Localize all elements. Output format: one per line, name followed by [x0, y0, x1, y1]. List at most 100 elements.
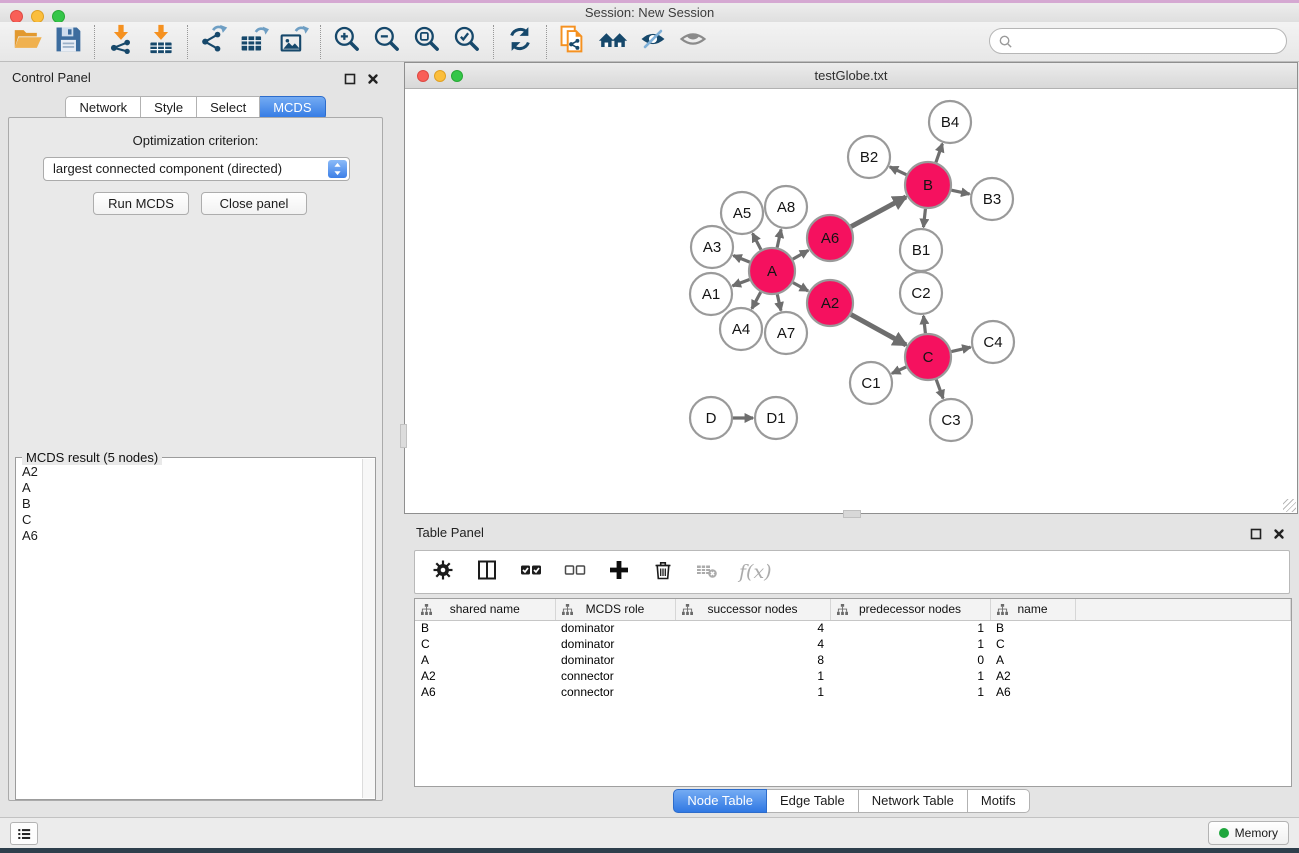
delete-table-button[interactable] [695, 560, 719, 584]
table-cell[interactable]: dominator [555, 620, 675, 636]
column-header-mcds-role[interactable]: MCDS role [555, 599, 675, 620]
tab-network-table[interactable]: Network Table [859, 789, 968, 813]
graph-edge-A6-B[interactable] [851, 197, 906, 227]
graph-edge-C-C1[interactable] [892, 367, 906, 373]
graph-edge-C-C4[interactable] [951, 347, 970, 351]
result-scrollbar-track[interactable] [362, 459, 375, 798]
table-cell[interactable]: 1 [675, 668, 830, 684]
save-session-button[interactable] [48, 24, 88, 60]
graph-edge-A-A8[interactable] [777, 229, 781, 247]
graph-edge-C-C3[interactable] [936, 380, 943, 399]
graph-node-A5[interactable]: A5 [721, 192, 763, 234]
zoom-out-button[interactable] [367, 24, 407, 60]
mcds-result-item[interactable]: A [16, 480, 361, 496]
apply-function-button[interactable]: f(x) [739, 561, 772, 583]
graph-edge-C-C2[interactable] [924, 316, 926, 333]
column-header-successor-nodes[interactable]: successor nodes [675, 599, 830, 620]
graph-node-C[interactable]: C [905, 334, 951, 380]
table-cell[interactable]: 4 [675, 636, 830, 652]
graph-node-D[interactable]: D [690, 397, 732, 439]
table-cell[interactable]: A2 [990, 668, 1075, 684]
graph-node-B[interactable]: B [905, 162, 951, 208]
window-resize-grip-icon[interactable] [1283, 499, 1296, 512]
graph-node-B1[interactable]: B1 [900, 229, 942, 271]
table-row[interactable]: A2connector11A2 [415, 668, 1291, 684]
hide-selected-button[interactable] [633, 24, 673, 60]
table-cell[interactable]: dominator [555, 652, 675, 668]
graph-node-C2[interactable]: C2 [900, 272, 942, 314]
graph-node-A7[interactable]: A7 [765, 312, 807, 354]
table-cell[interactable]: connector [555, 668, 675, 684]
float-panel-icon[interactable] [343, 72, 356, 85]
graph-edge-A-A3[interactable] [733, 256, 749, 263]
graph-node-A3[interactable]: A3 [691, 226, 733, 268]
close-panel-icon[interactable] [366, 72, 379, 85]
add-row-button[interactable] [607, 560, 631, 584]
table-cell[interactable]: A [990, 652, 1075, 668]
graph-node-A8[interactable]: A8 [765, 186, 807, 228]
graph-node-C4[interactable]: C4 [972, 321, 1014, 363]
column-header-name[interactable]: name [990, 599, 1075, 620]
graph-node-A2[interactable]: A2 [807, 280, 853, 326]
tab-motifs[interactable]: Motifs [968, 789, 1030, 813]
mcds-result-item[interactable]: A2 [16, 464, 361, 480]
show-all-button[interactable] [673, 24, 713, 60]
graph-edge-B-B2[interactable] [890, 167, 907, 175]
memory-button[interactable]: Memory [1208, 821, 1289, 845]
graph-node-A6[interactable]: A6 [807, 215, 853, 261]
table-cell[interactable]: C [990, 636, 1075, 652]
mcds-result-item[interactable]: B [16, 496, 361, 512]
table-cell[interactable]: dominator [555, 636, 675, 652]
table-cell[interactable]: 0 [830, 652, 990, 668]
close-panel-button[interactable]: Close panel [201, 192, 307, 215]
graph-node-A[interactable]: A [749, 248, 795, 294]
table-cell[interactable]: A2 [415, 668, 555, 684]
network-minimize-button[interactable] [434, 70, 446, 82]
graph-edge-A-A5[interactable] [753, 233, 761, 249]
graph-edge-A-A2[interactable] [793, 283, 808, 291]
table-cell[interactable]: connector [555, 684, 675, 700]
export-image-button[interactable] [274, 24, 314, 60]
table-row[interactable]: Bdominator41B [415, 620, 1291, 636]
table-cell[interactable]: C [415, 636, 555, 652]
search-field[interactable] [989, 28, 1287, 54]
table-cell[interactable]: 1 [830, 684, 990, 700]
graph-edge-B-B4[interactable] [936, 144, 943, 163]
tab-edge-table[interactable]: Edge Table [767, 789, 859, 813]
graph-edge-A-A6[interactable] [793, 250, 808, 259]
table-cell[interactable]: B [415, 620, 555, 636]
graph-edge-A-A1[interactable] [733, 279, 750, 285]
new-network-from-selection-button[interactable] [553, 24, 593, 60]
network-zoom-button[interactable] [451, 70, 463, 82]
graph-edge-A2-C[interactable] [851, 315, 906, 345]
graph-node-B2[interactable]: B2 [848, 136, 890, 178]
zoom-in-button[interactable] [327, 24, 367, 60]
graph-node-A1[interactable]: A1 [690, 273, 732, 315]
open-file-button[interactable] [8, 24, 48, 60]
mcds-result-item[interactable]: C [16, 512, 361, 528]
table-cell[interactable]: 8 [675, 652, 830, 668]
table-row[interactable]: Adominator80A [415, 652, 1291, 668]
optimization-criterion-select[interactable]: largest connected component (directed) [43, 157, 350, 181]
columns-button[interactable] [475, 560, 499, 584]
table-cell[interactable]: A6 [415, 684, 555, 700]
network-close-button[interactable] [417, 70, 429, 82]
export-table-button[interactable] [234, 24, 274, 60]
mcds-result-item[interactable]: A6 [16, 528, 361, 544]
zoom-selected-button[interactable] [447, 24, 487, 60]
run-mcds-button[interactable]: Run MCDS [93, 192, 189, 215]
panel-selector-button[interactable] [10, 822, 38, 845]
column-header-predecessor-nodes[interactable]: predecessor nodes [830, 599, 990, 620]
first-neighbors-button[interactable] [593, 24, 633, 60]
settings-button[interactable] [431, 560, 455, 584]
graph-edge-A-A4[interactable] [752, 292, 761, 309]
graph-node-D1[interactable]: D1 [755, 397, 797, 439]
table-cell[interactable]: 1 [830, 620, 990, 636]
export-network-button[interactable] [194, 24, 234, 60]
deselect-all-button[interactable] [563, 560, 587, 584]
graph-node-B4[interactable]: B4 [929, 101, 971, 143]
table-row[interactable]: Cdominator41C [415, 636, 1291, 652]
import-network-button[interactable] [101, 24, 141, 60]
splitter-handle-vertical[interactable] [400, 424, 407, 448]
select-all-button[interactable] [519, 560, 543, 584]
